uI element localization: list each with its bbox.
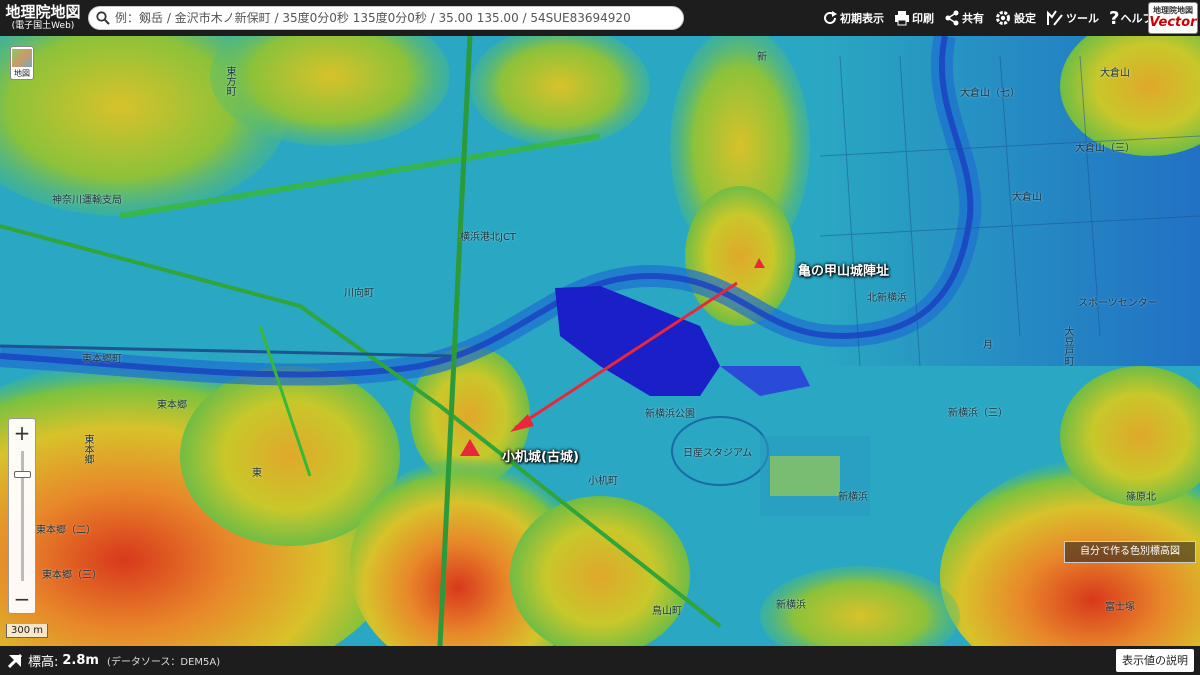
town-label: 富士塚 <box>1105 602 1135 613</box>
refresh-icon <box>824 11 837 24</box>
town-label: 東方町 <box>224 66 235 96</box>
app-logo[interactable]: 地理院地図 (電子国土Web) <box>0 0 86 36</box>
town-label: 大倉山（七） <box>960 88 1020 99</box>
layer-button-label: 地図 <box>14 69 30 78</box>
town-label: 東本郷町 <box>82 354 122 365</box>
value-explanation-button[interactable]: 表示値の説明 <box>1116 649 1194 672</box>
tools-button[interactable]: ツール <box>1046 9 1099 27</box>
vector-badge-label: Vector <box>1149 15 1197 30</box>
zoom-out-button[interactable]: − <box>9 587 35 611</box>
search-icon[interactable] <box>96 11 110 25</box>
town-label: 北新横浜 <box>867 293 907 304</box>
town-label: 新横浜公園 <box>645 409 695 420</box>
town-label: 東 <box>252 468 262 479</box>
town-label: 神奈川運輸支局 <box>52 195 122 206</box>
settings-button[interactable]: 設定 <box>994 9 1036 27</box>
elevation-terrain <box>0 36 1200 646</box>
share-icon <box>945 10 959 26</box>
share-label: 共有 <box>962 12 984 25</box>
search-box <box>88 6 684 30</box>
town-label: 鳥山町 <box>652 606 682 617</box>
town-label: 大倉山（三） <box>1075 143 1135 154</box>
annotation-kamenokoyama: 亀の甲山城陣址 <box>798 264 890 279</box>
vector-badge-title: 地理院地図 <box>1153 6 1193 15</box>
custom-elevation-legend-button[interactable]: 自分で作る色別標高図 <box>1064 541 1196 563</box>
header-bar: 地理院地図 (電子国土Web) 初期表示 印刷 <box>0 0 1200 36</box>
town-label: 新 <box>757 52 767 63</box>
logo-subtitle: (電子国土Web) <box>11 21 75 31</box>
tools-label: ツール <box>1066 12 1099 25</box>
toolbar: 初期表示 印刷 共有 設定 ツール ? ヘルプ <box>822 0 1163 36</box>
town-label: 日産スタジアム <box>683 448 753 459</box>
annotation-kozukue: 小机城(古城) <box>502 450 579 465</box>
town-label: 東本郷（三） <box>42 570 102 581</box>
share-button[interactable]: 共有 <box>944 10 984 26</box>
town-label: 新横浜 <box>776 600 806 611</box>
town-label: スポーツセンター <box>1078 298 1158 309</box>
town-label: 月 <box>983 340 993 351</box>
zoom-in-button[interactable]: + <box>9 421 35 445</box>
map-canvas[interactable]: 亀の甲山城陣址 小机城(古城) 東方町 神奈川運輸支局 川向町 東本郷町 東本郷… <box>0 36 1200 646</box>
town-label: 東本郷 <box>157 400 187 411</box>
settings-label: 設定 <box>1014 12 1036 25</box>
map-thumbnail-icon <box>12 49 32 67</box>
question-icon: ? <box>1109 7 1120 29</box>
tools-icon <box>1047 10 1063 26</box>
printer-icon <box>895 11 909 26</box>
town-label: 大倉山 <box>1012 192 1042 203</box>
help-button[interactable]: ? ヘルプ <box>1109 8 1153 29</box>
town-label: 横浜港北JCT <box>460 232 517 243</box>
search-input[interactable] <box>115 11 683 25</box>
elevation-value: 2.8m <box>62 653 99 668</box>
gear-icon <box>996 11 1010 25</box>
layer-button[interactable]: 地図 <box>10 46 34 80</box>
reset-view-label: 初期表示 <box>840 12 884 25</box>
vector-badge[interactable]: 地理院地図 Vector <box>1148 2 1198 34</box>
print-label: 印刷 <box>912 12 934 25</box>
print-button[interactable]: 印刷 <box>894 10 934 26</box>
zoom-control: + − <box>8 418 36 614</box>
town-label: 大倉山 <box>1100 68 1130 79</box>
scale-bar: 300 m <box>6 624 49 638</box>
zoom-slider-handle[interactable] <box>14 471 31 478</box>
town-label: 篠原北 <box>1126 492 1156 503</box>
town-label: 新横浜（三） <box>948 408 1008 419</box>
logo-title: 地理院地図 <box>5 3 81 21</box>
town-label: 大豆戸町 <box>1062 326 1073 366</box>
town-label: 小机町 <box>588 476 618 487</box>
town-label: 東本郷（二） <box>36 525 96 536</box>
pointer-arrow-icon <box>8 653 22 668</box>
town-label: 川向町 <box>344 288 374 299</box>
elevation-label: 標高: <box>28 655 59 670</box>
town-label: 東本郷 <box>82 434 93 464</box>
reset-view-button[interactable]: 初期表示 <box>822 10 884 26</box>
status-bar: 標高: 2.8m (データソース：DEM5A) 表示値の説明 <box>0 646 1200 675</box>
town-label: 新横浜 <box>838 492 868 503</box>
elevation-source: (データソース：DEM5A) <box>106 657 221 668</box>
